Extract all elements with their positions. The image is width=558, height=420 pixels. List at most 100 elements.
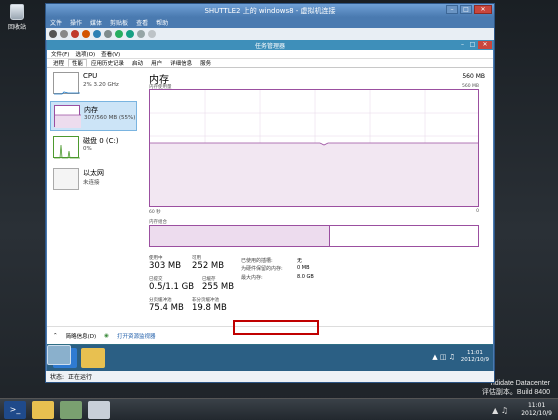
tm-close-button[interactable]: ✕ xyxy=(478,41,492,49)
stat-nonpaged-value: 19.8 MB xyxy=(192,303,227,313)
tab-app-history[interactable]: 应用历史记录 xyxy=(87,59,128,67)
chevron-up-icon[interactable]: ⌃ xyxy=(53,333,58,339)
stat-paged-value: 75.4 MB xyxy=(149,303,184,313)
host-tray-icons[interactable]: ▲ ♫ xyxy=(492,406,508,415)
vm-menu-media[interactable]: 媒体 xyxy=(90,18,102,27)
guest-clock-time: 11:01 xyxy=(466,350,483,356)
explorer-folder-icon[interactable] xyxy=(32,400,54,419)
sidebar-item-cpu[interactable]: CPU 2% 3.20 GHz xyxy=(50,69,137,99)
ethernet-thumbnail-graph xyxy=(53,168,79,190)
vm-maximize-button[interactable]: □ xyxy=(460,5,472,14)
file-explorer-icon[interactable] xyxy=(81,348,105,368)
vm-title-bar[interactable]: SHUTTLE2 上的 windows8 - 虚拟机连接 – □ ✕ xyxy=(46,4,494,17)
stat-in-use-value: 303 MB xyxy=(149,261,182,271)
revert-icon[interactable] xyxy=(137,30,145,38)
reset-icon[interactable] xyxy=(115,30,123,38)
sidebar-cpu-sub: 2% 3.20 GHz xyxy=(83,82,119,88)
sidebar-ethernet-sub: 未连接 xyxy=(83,180,100,186)
cpu-thumbnail-graph xyxy=(53,72,80,95)
shutdown-icon[interactable] xyxy=(82,30,90,38)
tab-services[interactable]: 服务 xyxy=(196,59,215,67)
cpu-thumb-line xyxy=(54,91,80,95)
tab-performance[interactable]: 性能 xyxy=(68,59,88,67)
composition-in-use xyxy=(150,226,331,246)
start-icon[interactable] xyxy=(60,30,68,38)
host-clock-date: 2012/10/9 xyxy=(521,410,552,417)
snapshot-icon[interactable] xyxy=(126,30,134,38)
vm-minimize-button[interactable]: – xyxy=(446,5,458,14)
vm-close-button[interactable]: ✕ xyxy=(474,5,492,14)
sidebar-ethernet-name: 以太网 xyxy=(83,169,104,177)
sidebar-item-memory[interactable]: 内存 307/560 MB (55%) xyxy=(50,101,137,131)
host-taskbar: >_ ▲ ♫ 11:01 2012/10/9 xyxy=(0,398,558,420)
stat-nonpaged-pool: 非分页缓冲池 19.8 MB xyxy=(192,297,227,313)
tm-menu-file[interactable]: 文件(F) xyxy=(51,50,69,58)
tab-details[interactable]: 详细信息 xyxy=(166,59,196,67)
memory-total: 560 MB xyxy=(462,73,485,80)
tm-menu-bar: 文件(F) 选项(O) 查看(V) xyxy=(47,50,493,59)
memory-detail-panel: 内存 560 MB 内存使用量 560 MB 60 秒 0 内存组合 使用中 3… xyxy=(149,69,485,326)
tm-tab-strip: 进程 性能 应用历史记录 启动 用户 详细信息 服务 xyxy=(47,59,493,68)
tab-startup[interactable]: 启动 xyxy=(128,59,147,67)
vm-menu-bar: 文件 操作 媒体 剪贴板 查看 帮助 xyxy=(46,17,494,28)
stat-cached-value: 255 MB xyxy=(202,282,235,292)
stat-paged-pool: 分页缓冲池 75.4 MB xyxy=(149,297,184,313)
turn-off-icon[interactable] xyxy=(71,30,79,38)
vm-toolbar xyxy=(46,28,494,40)
tab-users[interactable]: 用户 xyxy=(147,59,166,67)
pause-icon[interactable] xyxy=(104,30,112,38)
open-resource-monitor-link[interactable]: 打开资源监视器 xyxy=(117,332,156,340)
guest-screen[interactable]: 任务管理器 – □ ✕ 文件(F) 选项(O) 查看(V) 进程 性能 应用历史… xyxy=(47,40,493,371)
task-manager-taskbar-icon[interactable] xyxy=(47,345,71,365)
vm-menu-view[interactable]: 查看 xyxy=(136,18,148,27)
network-manager-icon[interactable] xyxy=(60,400,82,419)
vm-menu-action[interactable]: 操作 xyxy=(70,18,82,27)
detail-max-memory: 最大内存: 8.0 GB xyxy=(241,274,314,281)
vm-menu-file[interactable]: 文件 xyxy=(50,18,62,27)
fewer-details-link[interactable]: 简略信息(D) xyxy=(66,332,97,340)
tm-menu-view[interactable]: 查看(V) xyxy=(101,50,120,58)
enhanced-session-icon[interactable] xyxy=(148,30,156,38)
hyperv-manager-icon[interactable] xyxy=(88,400,110,419)
stat-available: 可用 252 MB xyxy=(192,255,224,271)
save-state-icon[interactable] xyxy=(93,30,101,38)
detail-slots-value: 无 xyxy=(297,258,303,264)
memory-usage-svg xyxy=(150,90,478,206)
composition-available xyxy=(330,226,478,246)
ctrl-alt-del-icon[interactable] xyxy=(49,30,57,38)
stat-committed-value: 0.5/1.1 GB xyxy=(149,282,195,292)
sidebar-item-ethernet[interactable]: 以太网 未连接 xyxy=(50,165,137,195)
guest-clock[interactable]: 11:01 2012/10/9 xyxy=(461,350,489,364)
sidebar-disk-sub: 0% xyxy=(83,146,92,152)
recycle-bin[interactable]: 回收站 xyxy=(4,4,30,31)
sidebar-disk-name: 磁盘 0 (C:) xyxy=(83,137,119,145)
tm-maximize-button[interactable]: □ xyxy=(468,41,477,49)
vm-menu-clipboard[interactable]: 剪贴板 xyxy=(110,18,128,27)
performance-pane: CPU 2% 3.20 GHz 内存 307/560 MB (55%) 磁盘 0… xyxy=(47,69,493,326)
stat-in-use: 使用中 303 MB xyxy=(149,255,181,271)
host-clock-time: 11:01 xyxy=(527,402,546,409)
detail-slots-label: 已使用的插槽: xyxy=(241,258,273,264)
tab-processes[interactable]: 进程 xyxy=(49,59,68,67)
powershell-icon[interactable]: >_ xyxy=(4,400,26,419)
sidebar-item-disk[interactable]: 磁盘 0 (C:) 0% xyxy=(50,133,137,163)
guest-tray-icons[interactable]: ▲ ◫ ♫ xyxy=(432,353,455,361)
tm-title-bar[interactable]: 任务管理器 – □ ✕ xyxy=(47,40,493,50)
stat-available-value: 252 MB xyxy=(192,261,225,271)
graph-time-label: 60 秒 xyxy=(149,210,161,215)
vm-menu-help[interactable]: 帮助 xyxy=(156,18,168,27)
tm-minimize-button[interactable]: – xyxy=(458,41,467,49)
memory-composition-bar xyxy=(149,225,479,247)
vm-connection-window: SHUTTLE2 上的 windows8 - 虚拟机连接 – □ ✕ 文件 操作… xyxy=(45,3,495,383)
memory-thumb-fill xyxy=(55,114,81,128)
tm-menu-options[interactable]: 选项(O) xyxy=(75,50,95,58)
detail-max-label: 最大内存: xyxy=(241,275,263,281)
stat-cached: 已缓存 255 MB xyxy=(202,276,234,292)
host-clock[interactable]: 11:01 2012/10/9 xyxy=(521,402,552,418)
sidebar-memory-name: 内存 xyxy=(84,106,98,114)
recycle-bin-label: 回收站 xyxy=(7,24,26,31)
vm-status-value: 正在运行 xyxy=(68,374,93,381)
detail-hardware-reserved: 为硬件保留的内存: 0 MB xyxy=(241,265,310,272)
resource-sidebar: CPU 2% 3.20 GHz 内存 307/560 MB (55%) 磁盘 0… xyxy=(50,69,137,326)
max-memory-highlight-box xyxy=(233,320,319,335)
